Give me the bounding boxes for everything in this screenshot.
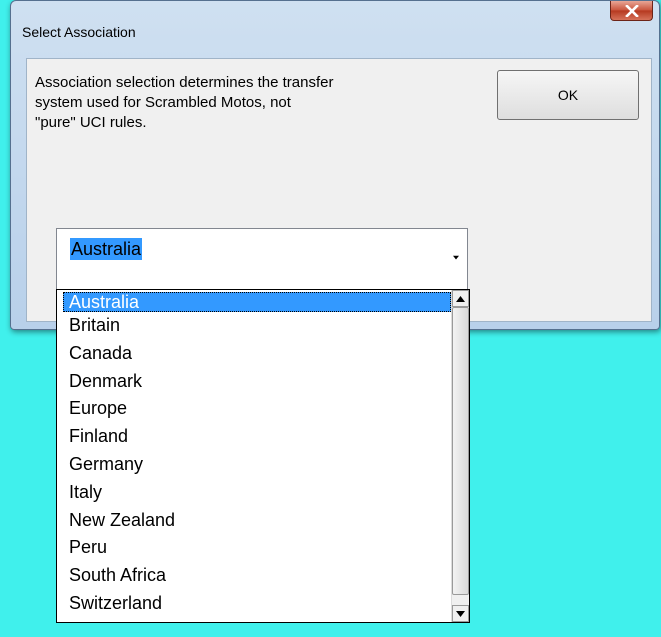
list-item-europe[interactable]: Europe	[57, 395, 451, 423]
list-item-canada[interactable]: Canada	[57, 340, 451, 368]
list-item-peru[interactable]: Peru	[57, 534, 451, 562]
list-item-new-zealand[interactable]: New Zealand	[57, 507, 451, 535]
list-item-finland[interactable]: Finland	[57, 423, 451, 451]
combo-selected-value: Australia	[70, 238, 143, 260]
list-item-switzerland[interactable]: Switzerland	[57, 590, 451, 618]
dropdown-arrow-icon[interactable]	[452, 255, 460, 261]
list-item-italy[interactable]: Italy	[57, 479, 451, 507]
scroll-up-button[interactable]	[452, 290, 469, 307]
scroll-down-icon	[456, 610, 465, 617]
list-item-britain[interactable]: Britain	[57, 312, 451, 340]
window-title: Select Association	[22, 24, 136, 40]
scroll-thumb[interactable]	[452, 307, 469, 595]
message-text: Association selection determines the tra…	[35, 74, 334, 131]
close-icon	[624, 4, 639, 17]
list-item-australia[interactable]: Australia	[63, 292, 451, 312]
scroll-up-icon	[456, 295, 465, 302]
list-item-germany[interactable]: Germany	[57, 451, 451, 479]
ok-button[interactable]: OK	[497, 70, 639, 120]
scroll-down-button[interactable]	[452, 605, 469, 622]
dropdown-items: Australia Britain Canada Denmark Europe Finla…	[57, 290, 451, 622]
association-dropdown-list: Australia Britain Canada Denmark Europe Finla…	[56, 289, 470, 623]
close-button[interactable]	[610, 1, 653, 21]
dropdown-scrollbar[interactable]	[451, 290, 469, 622]
list-item-denmark[interactable]: Denmark	[57, 368, 451, 396]
association-combobox[interactable]: Australia	[56, 228, 468, 290]
list-item-south-africa[interactable]: South Africa	[57, 562, 451, 590]
